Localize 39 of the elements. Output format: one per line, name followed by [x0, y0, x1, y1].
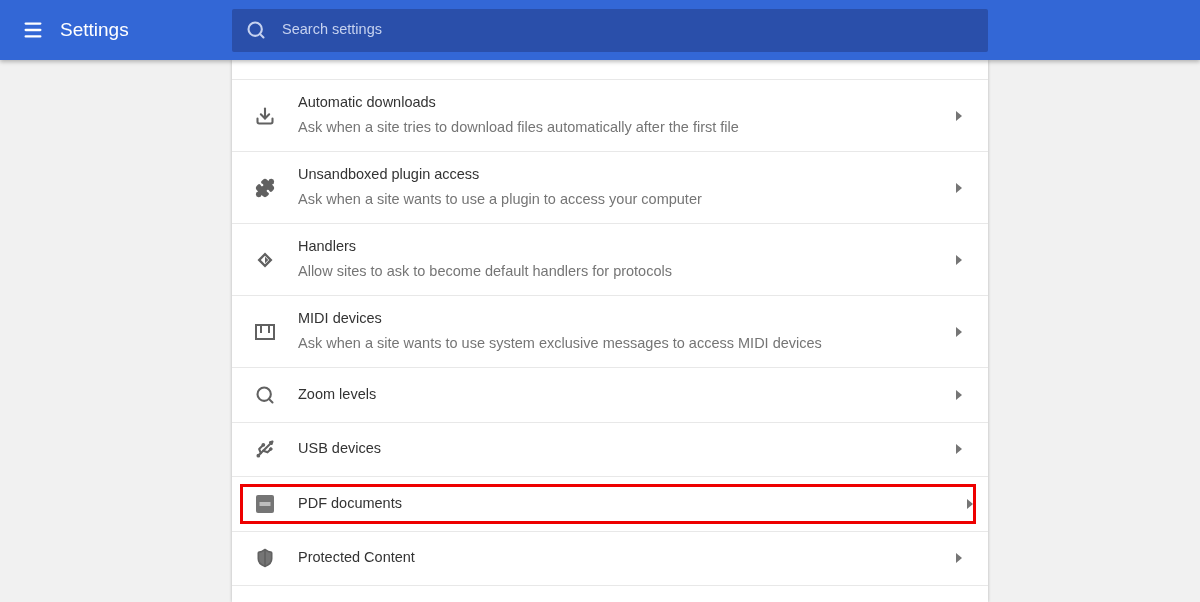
arrow-right-icon	[956, 182, 962, 193]
setting-title: Automatic downloads	[298, 93, 437, 113]
settings-row[interactable]: Automatic downloads Ask when a site tries to download files automatically after the first file	[232, 80, 988, 152]
setting-title: Unsandboxed plugin access	[298, 165, 481, 185]
setting-description: Ask when a site wants to use a plugin to access your computer	[298, 190, 703, 209]
setting-description: Allow sites to ask to become default handlers for protocols	[298, 262, 673, 281]
setting-title: Protected Content	[298, 548, 416, 568]
setting-description: Ask when a site tries to download files automatically after the first file	[298, 118, 740, 137]
shield-icon	[255, 548, 275, 569]
arrow-right-icon	[956, 254, 962, 265]
pdf-file-icon	[256, 494, 274, 513]
search-input[interactable]: Search settings	[282, 19, 988, 41]
search-icon	[246, 20, 266, 40]
settings-row[interactable]: Protected Content	[232, 531, 988, 586]
search-field[interactable]: Search settings	[232, 8, 988, 52]
arrow-right-icon	[956, 444, 962, 455]
arrow-right-icon	[956, 110, 962, 121]
setting-title: USB devices	[298, 439, 382, 459]
setting-title: Zoom levels	[298, 384, 378, 404]
settings-row[interactable]: Unsandboxed plugin access Ask when a site wants to use a plugin to access your computer	[232, 152, 988, 224]
setting-title: Handlers	[298, 237, 358, 257]
download-icon	[255, 105, 275, 126]
setting-description: Ask when a site wants to use system exclusive messages to access MIDI devices	[298, 334, 823, 353]
search-icon	[255, 384, 275, 405]
setting-title: MIDI devices	[298, 309, 383, 329]
page-title: Settings	[60, 17, 129, 42]
settings-row[interactable]: MIDI devices Ask when a site wants to use system exclusive messages to access MIDI devices	[232, 296, 988, 368]
settings-row[interactable]: Zoom levels	[232, 368, 988, 423]
arrow-right-icon	[956, 553, 962, 564]
settings-row[interactable]: PDF documents	[232, 477, 988, 532]
arrow-right-icon	[956, 326, 962, 337]
settings-row[interactable]: USB devices	[232, 422, 988, 477]
puzzle-piece-icon	[255, 177, 275, 198]
usb-icon	[255, 439, 275, 460]
setting-title: PDF documents	[298, 493, 403, 513]
piano-keys-icon	[254, 322, 276, 341]
arrow-right-icon	[967, 498, 973, 509]
arrow-right-icon	[956, 389, 962, 400]
settings-row[interactable]: Handlers Allow sites to ask to become default handlers for protocols	[232, 224, 988, 296]
